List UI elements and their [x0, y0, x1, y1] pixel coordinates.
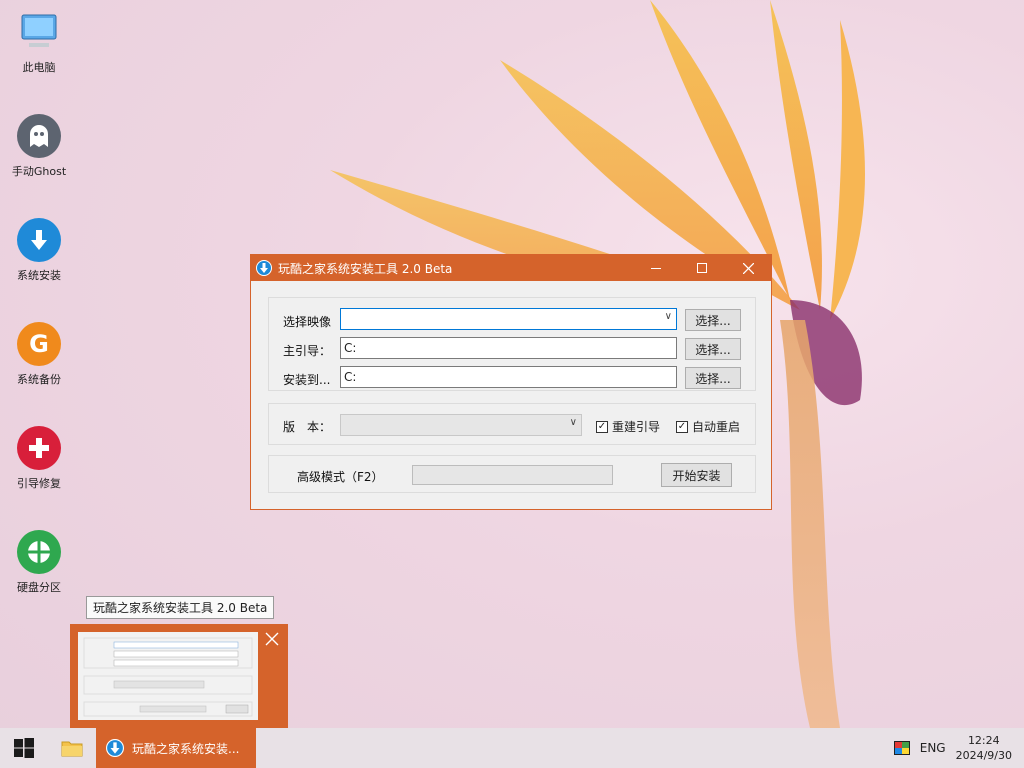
- close-button[interactable]: [725, 255, 771, 281]
- rebuild-boot-label: 重建引导: [612, 420, 661, 434]
- desktop-icon-label: 系统安装: [17, 269, 61, 282]
- window-titlebar[interactable]: 玩酷之家系统安装工具 2.0 Beta: [251, 255, 771, 281]
- desktop-icon-label: 此电脑: [22, 61, 56, 74]
- advanced-mode-label[interactable]: 高级模式（F2）: [297, 468, 384, 485]
- taskbar-app-label: 玩酷之家系统安装...: [132, 741, 240, 756]
- file-explorer-button[interactable]: [48, 728, 96, 768]
- chevron-down-icon: ∨: [664, 311, 672, 322]
- clock-date: 2024/9/30: [955, 749, 1012, 762]
- image-label: 选择映像: [283, 315, 332, 329]
- app-download-icon: [106, 739, 124, 757]
- display-icon[interactable]: [893, 741, 910, 755]
- start-button[interactable]: [0, 728, 48, 768]
- version-select[interactable]: ∨: [340, 414, 582, 436]
- partition-icon: [17, 530, 61, 574]
- boot-label: 主引导：: [283, 344, 332, 358]
- rebuild-boot-checkbox[interactable]: ✓ 重建引导: [596, 418, 660, 435]
- taskbar-tooltip: 玩酷之家系统安装工具 2.0 Beta: [86, 596, 275, 619]
- auto-restart-checkbox[interactable]: ✓ 自动重启: [676, 418, 740, 435]
- desktop-icon-label: 手动Ghost: [11, 165, 67, 178]
- taskbar: 玩酷之家系统安装... ENG 12:24 2024/9/30: [0, 728, 1024, 768]
- clock[interactable]: 12:24 2024/9/30: [956, 733, 1012, 763]
- action-group: 高级模式（F2） 开始安装: [268, 455, 756, 493]
- desktop-icon-label: 硬盘分区: [17, 581, 61, 594]
- window-title: 玩酷之家系统安装工具 2.0 Beta: [278, 261, 453, 276]
- preview-close-button[interactable]: [256, 624, 288, 654]
- plus-icon: [17, 426, 61, 470]
- close-icon: [742, 262, 754, 274]
- desktop-icon-label: 系统备份: [17, 373, 61, 386]
- boot-field[interactable]: C:: [340, 337, 677, 359]
- close-icon: [265, 632, 279, 646]
- auto-restart-label: 自动重启: [692, 420, 741, 434]
- image-select[interactable]: ∨: [340, 308, 677, 330]
- installer-window: 玩酷之家系统安装工具 2.0 Beta 选择映像 ∨ 选择... 主引导： C:…: [250, 254, 772, 510]
- install-label: 安装到...: [283, 373, 331, 387]
- image-browse-button[interactable]: 选择...: [685, 309, 741, 331]
- desktop-icon-label: 引导修复: [17, 477, 61, 490]
- download-icon: [17, 218, 61, 262]
- version-group: 版 本： ∨ ✓ 重建引导 ✓ 自动重启: [268, 403, 756, 445]
- taskbar-thumbnail-preview[interactable]: [70, 624, 288, 728]
- install-field[interactable]: C:: [340, 366, 677, 388]
- computer-icon: [17, 10, 61, 54]
- desktop-icon-partition[interactable]: 硬盘分区: [6, 530, 72, 595]
- system-tray: ENG 12:24 2024/9/30: [893, 733, 1024, 763]
- desktop-icon-backup[interactable]: G 系统备份: [6, 322, 72, 387]
- desktop-icon-computer[interactable]: 此电脑: [6, 10, 72, 75]
- start-install-button[interactable]: 开始安装: [661, 463, 732, 487]
- language-indicator[interactable]: ENG: [920, 741, 946, 755]
- boot-browse-button[interactable]: 选择...: [685, 338, 741, 360]
- desktop-icon-boot-repair[interactable]: 引导修复: [6, 426, 72, 491]
- thumbnail-image: [78, 632, 258, 720]
- minimize-button[interactable]: [633, 255, 679, 281]
- clock-time: 12:24: [967, 734, 1000, 747]
- ghost-icon: [17, 114, 61, 158]
- checkbox-checked-icon: ✓: [596, 420, 608, 433]
- install-browse-button[interactable]: 选择...: [685, 367, 741, 389]
- version-label: 版 本：: [283, 420, 332, 434]
- maximize-button[interactable]: [679, 255, 725, 281]
- folder-icon: [61, 741, 83, 757]
- app-download-icon: [256, 260, 272, 276]
- backup-icon: G: [17, 322, 61, 366]
- desktop-icon-ghost[interactable]: 手动Ghost: [6, 114, 72, 179]
- desktop-icon-install[interactable]: 系统安装: [6, 218, 72, 283]
- chevron-down-icon: ∨: [569, 417, 577, 428]
- minimize-icon: [651, 268, 661, 269]
- install-progress-bar: [412, 465, 613, 485]
- source-group: 选择映像 ∨ 选择... 主引导： C: 选择... 安装到... C: 选择.…: [268, 297, 756, 391]
- checkbox-checked-icon: ✓: [676, 420, 688, 433]
- maximize-icon: [697, 263, 707, 273]
- windows-logo-icon: [14, 738, 34, 758]
- taskbar-app-installer[interactable]: 玩酷之家系统安装...: [96, 728, 256, 768]
